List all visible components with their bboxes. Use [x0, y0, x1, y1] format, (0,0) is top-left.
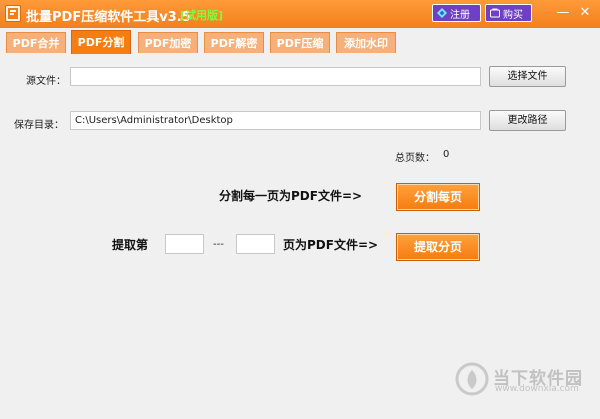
source-file-input[interactable] — [70, 67, 481, 86]
change-path-button[interactable]: 更改路径 — [489, 110, 566, 131]
tab-pdf-encrypt[interactable]: PDF加密 — [138, 32, 198, 53]
cart-icon — [490, 8, 500, 18]
split-each-page-button[interactable]: 分割每页 — [396, 183, 480, 211]
total-pages-value: 0 — [443, 149, 450, 160]
extract-suffix-label: 页为PDF文件=> — [283, 238, 379, 252]
minimize-button[interactable]: — — [555, 6, 571, 20]
extract-prefix-label: 提取第 — [112, 238, 149, 252]
save-dir-input[interactable]: C:\Users\Administrator\Desktop — [70, 111, 481, 130]
extract-to-input[interactable] — [236, 234, 275, 254]
window-title: 批量PDF压缩软件工具v3.5 — [26, 10, 191, 25]
app-icon — [5, 5, 21, 22]
extract-from-input[interactable] — [165, 234, 204, 254]
title-bar: 批量PDF压缩软件工具v3.5 [试用版] 注册 购买 — ✕ — [0, 0, 600, 28]
trial-badge: [试用版] — [180, 9, 224, 22]
close-button[interactable]: ✕ — [577, 6, 593, 20]
select-file-button[interactable]: 选择文件 — [489, 66, 566, 87]
tab-add-watermark[interactable]: 添加水印 — [336, 32, 396, 53]
tab-pdf-compress[interactable]: PDF压缩 — [270, 32, 330, 53]
tab-pdf-split[interactable]: PDF分割 — [71, 30, 131, 54]
split-each-label: 分割每一页为PDF文件=> — [219, 189, 363, 203]
total-pages-label: 总页数： — [395, 153, 435, 164]
register-button[interactable]: 注册 — [432, 4, 481, 22]
source-file-label: 源文件： — [26, 76, 66, 87]
tab-pdf-merge[interactable]: PDF合并 — [6, 32, 66, 53]
watermark: 当下软件园 www.downxia.com — [455, 362, 595, 398]
save-dir-label: 保存目录： — [14, 120, 64, 131]
buy-label: 购买 — [503, 9, 523, 21]
register-label: 注册 — [450, 9, 470, 21]
tab-bar: PDF合并 PDF分割 PDF加密 PDF解密 PDF压缩 添加水印 — [0, 28, 600, 54]
tab-pdf-decrypt[interactable]: PDF解密 — [204, 32, 264, 53]
buy-button[interactable]: 购买 — [485, 4, 532, 22]
diamond-icon — [437, 8, 447, 18]
watermark-logo-icon — [455, 362, 489, 396]
extract-pages-button[interactable]: 提取分页 — [396, 233, 480, 261]
watermark-url: www.downxia.com — [495, 384, 579, 394]
range-separator: --- — [213, 239, 224, 250]
